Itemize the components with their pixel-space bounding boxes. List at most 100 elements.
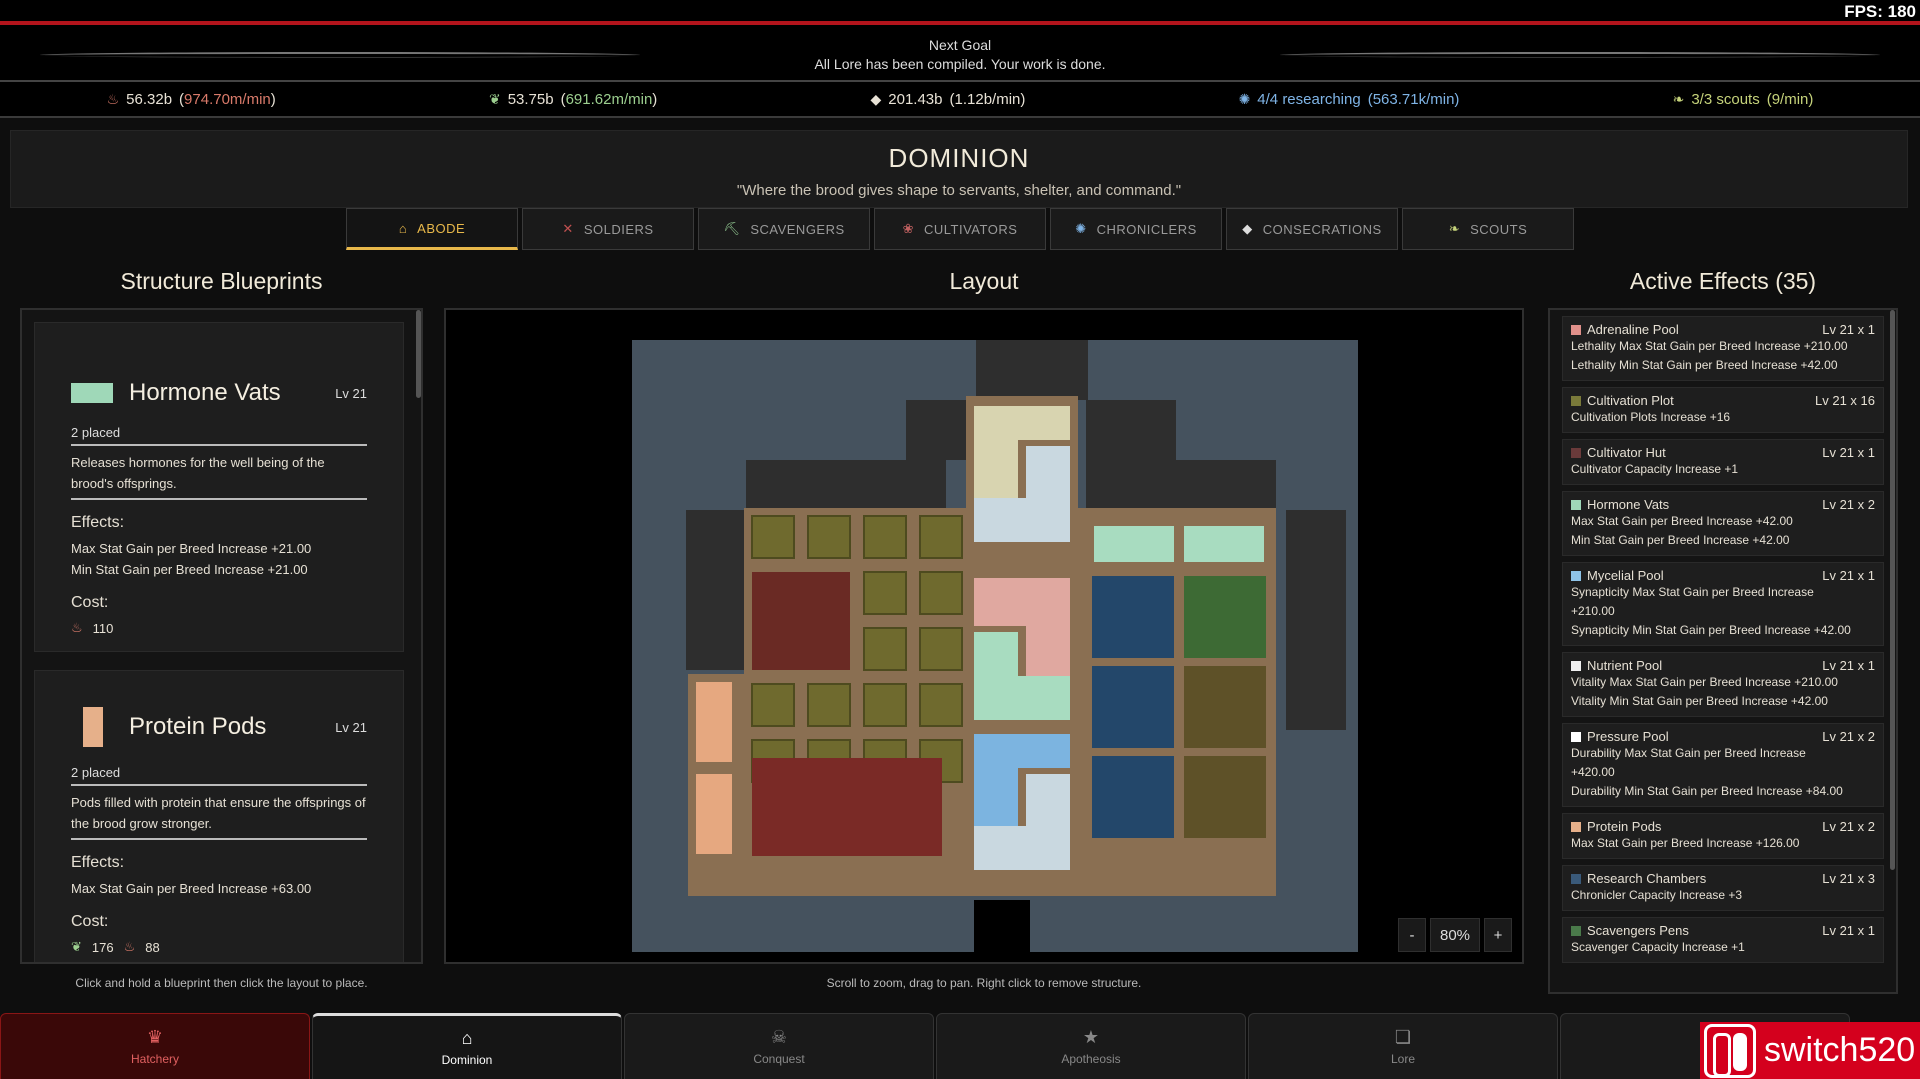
effect-name: Protein Pods xyxy=(1587,819,1662,834)
blueprint-name: Protein Pods xyxy=(129,713,267,740)
resource-rate-wrap: (974.70m/min) xyxy=(179,90,276,108)
tab-abode[interactable]: ⌂ ABODE xyxy=(346,208,518,250)
effect-line: Synapticity Max Stat Gain per Breed Incr… xyxy=(1571,585,1814,599)
effect-swatch-icon xyxy=(1571,324,1581,335)
layout-title: Layout xyxy=(949,268,1019,294)
hormone-vat-b xyxy=(1184,526,1264,562)
zoom-in-button[interactable]: + xyxy=(1484,918,1512,952)
resource-rate-wrap: (1.12b/min) xyxy=(949,90,1026,108)
nav-label: Apotheosis xyxy=(1061,1052,1121,1066)
effect-line: Vitality Min Stat Gain per Breed Increas… xyxy=(1571,694,1828,708)
crown-icon: ♛ xyxy=(146,1027,164,1047)
research-chamber-a xyxy=(1092,576,1174,658)
zoom-out-button[interactable]: - xyxy=(1398,918,1426,952)
blueprint-card-hormone-vats[interactable]: Hormone Vats Lv 21 2 placed Releases hor… xyxy=(34,322,404,652)
effect-name: Research Chambers xyxy=(1587,871,1707,886)
tab-label: SCOUTS xyxy=(1470,221,1528,237)
blueprint-desc: Releases hormones for the well being of … xyxy=(71,452,367,500)
flame-icon: ♨ xyxy=(106,90,120,107)
active-effects-list[interactable]: Adrenaline Pool Lv 21 x 1 Lethality Max S… xyxy=(1548,308,1898,994)
entrance xyxy=(974,900,1030,952)
sprout-icon: ❀ xyxy=(902,221,914,236)
nav-apotheosis[interactable]: ★ Apotheosis xyxy=(936,1013,1246,1079)
effect-line: Cultivation Plots Increase +16 xyxy=(1571,410,1731,424)
effect-item: Research Chambers Lv 21 x 3 Chronicler Ca… xyxy=(1562,865,1884,911)
effect-line: Max Stat Gain per Breed Increase +42.00 xyxy=(1571,514,1793,528)
nav-conquest[interactable]: ☠ Conquest xyxy=(624,1013,934,1079)
effect-level: Lv 21 x 2 xyxy=(1822,819,1875,834)
effects-title: Active Effects (35) xyxy=(1629,268,1817,294)
tab-scouts[interactable]: ❧ SCOUTS xyxy=(1402,208,1574,250)
effect-name: Scavengers Pens xyxy=(1587,923,1689,938)
blueprint-list[interactable]: Hormone Vats Lv 21 2 placed Releases hor… xyxy=(20,308,423,964)
feather-icon: ❦ xyxy=(71,939,82,954)
nav-hatchery[interactable]: ♛ Hatchery xyxy=(0,1013,310,1079)
structure-olive-a xyxy=(1184,666,1266,748)
effect-line: Cultivator Capacity Increase +1 xyxy=(1571,462,1739,476)
resource-research: ✺ 4/4 researching (563.71k/min) xyxy=(1239,91,1460,108)
tab-label: SOLDIERS xyxy=(583,221,654,237)
resource-value: 3/3 scouts xyxy=(1691,90,1760,108)
effect-swatch-icon xyxy=(1571,660,1581,671)
watermark-text: switch520 xyxy=(1764,1031,1916,1069)
resource-rate: 974.70m/min xyxy=(184,90,271,108)
resource-value: 201.43b xyxy=(888,90,943,108)
next-goal: Next Goal All Lore has been compiled. Yo… xyxy=(0,36,1920,74)
blueprint-placed: 2 placed xyxy=(71,425,367,446)
pickaxe-icon: ⛏ xyxy=(723,221,741,236)
layout-map[interactable] xyxy=(446,310,1522,962)
tab-consecrations[interactable]: ◆ CONSECRATIONS xyxy=(1226,208,1398,250)
effect-item: Cultivation Plot Lv 21 x 16 Cultivation P… xyxy=(1562,387,1884,433)
effect-level: Lv 21 x 2 xyxy=(1822,497,1875,512)
home-icon: ⌂ xyxy=(461,1028,473,1048)
effect-line: Scavenger Capacity Increase +1 xyxy=(1571,940,1745,954)
layout-viewport[interactable]: - 80% + xyxy=(444,308,1524,964)
nav-label: Lore xyxy=(1390,1052,1416,1066)
effect-line: Durability Max Stat Gain per Breed Incre… xyxy=(1571,746,1806,760)
tab-soldiers[interactable]: ✕ SOLDIERS xyxy=(522,208,694,250)
tab-scavengers[interactable]: ⛏ SCAVENGERS xyxy=(698,208,870,250)
tab-chroniclers[interactable]: ✺ CHRONICLERS xyxy=(1050,208,1222,250)
progress-line xyxy=(0,21,1920,25)
blueprint-card-protein-pods[interactable]: Protein Pods Lv 21 2 placed Pods filled … xyxy=(34,670,404,962)
tab-label: CONSECRATIONS xyxy=(1262,221,1382,237)
effect-item: Hormone Vats Lv 21 x 2 Max Stat Gain per … xyxy=(1562,491,1884,556)
resource-rate: 9/min xyxy=(1771,90,1809,108)
resource-feather: ❦ 53.75b (691.62m/min) xyxy=(489,91,657,108)
structure-red-a xyxy=(752,758,850,856)
nav-dominion[interactable]: ⌂ Dominion xyxy=(312,1013,622,1079)
effect-name: Cultivator Hut xyxy=(1587,445,1666,460)
leaf-icon: ❧ xyxy=(1448,221,1461,236)
flame-icon: ♨ xyxy=(71,620,83,635)
blueprints-title: Structure Blueprints xyxy=(120,268,323,294)
brain-icon: ✺ xyxy=(1075,221,1087,236)
research-chamber-b xyxy=(1092,666,1174,748)
effect-item: Cultivator Hut Lv 21 x 1 Cultivator Capac… xyxy=(1562,439,1884,485)
brain-icon: ✺ xyxy=(1238,90,1251,107)
hormone-vats-swatch-icon xyxy=(71,383,113,403)
dominion-header: DOMINION "Where the brood gives shape to… xyxy=(10,130,1908,208)
feather-icon: ❦ xyxy=(488,90,501,107)
effect-level: Lv 21 x 1 xyxy=(1822,923,1875,938)
effect-line: Durability Min Stat Gain per Breed Incre… xyxy=(1571,784,1843,798)
scroll-icon: ❏ xyxy=(1394,1027,1412,1047)
blueprint-name: Hormone Vats xyxy=(129,379,281,406)
effect-swatch-icon xyxy=(1571,821,1581,832)
effect-swatch-icon xyxy=(1571,873,1581,884)
top-bar: FPS: 180 Next Goal All Lore has been com… xyxy=(0,0,1920,118)
effect-item: Adrenaline Pool Lv 21 x 1 Lethality Max S… xyxy=(1562,316,1884,381)
tab-cultivators[interactable]: ❀ CULTIVATORS xyxy=(874,208,1046,250)
nav-lore[interactable]: ❏ Lore xyxy=(1248,1013,1558,1079)
blueprint-effect: Max Stat Gain per Breed Increase +21.00 xyxy=(71,541,312,556)
blueprint-placed: 2 placed xyxy=(71,765,367,786)
protein-pods-swatch-icon xyxy=(83,707,103,747)
protein-pod-a xyxy=(696,682,732,762)
blueprint-cost: ❦ 176 ♨ 88 xyxy=(71,939,367,955)
blueprint-desc: Pods filled with protein that ensure the… xyxy=(71,792,367,840)
blueprint-scrollbar[interactable] xyxy=(416,310,421,398)
effect-swatch-icon xyxy=(1571,447,1581,458)
effects-scrollbar[interactable] xyxy=(1890,310,1895,870)
blueprint-effects-label: Effects: xyxy=(71,514,125,531)
page-title: DOMINION xyxy=(888,143,1030,173)
scavengers-pen xyxy=(1184,576,1266,658)
